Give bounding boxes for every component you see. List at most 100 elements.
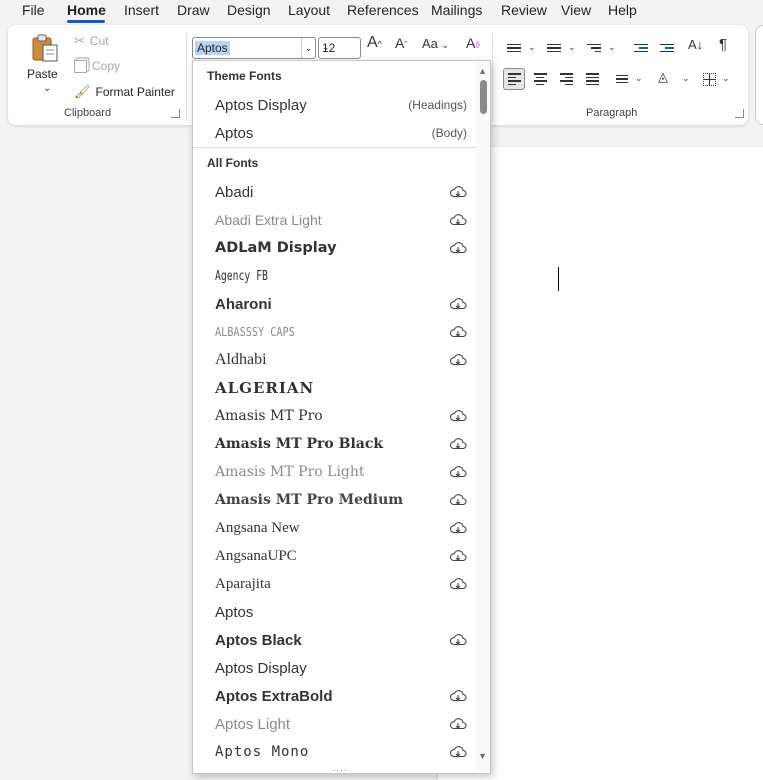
align-right-button[interactable] xyxy=(555,68,577,90)
tab-references[interactable]: References xyxy=(347,2,419,18)
tab-layout[interactable]: Layout xyxy=(288,2,330,18)
justify-button[interactable] xyxy=(581,68,603,90)
font-option-abadi-extra-light[interactable]: Abadi Extra Light xyxy=(215,206,467,234)
cloud-download-icon xyxy=(449,409,467,423)
font-option-aldhabi[interactable]: Aldhabi xyxy=(215,346,467,374)
font-option-aparajita[interactable]: Aparajita xyxy=(215,570,467,598)
font-option-algerian[interactable]: ALGERIAN xyxy=(215,374,467,402)
font-name-value[interactable]: Aptos xyxy=(195,41,230,55)
borders-chevron-icon[interactable]: ⌄ xyxy=(722,73,730,84)
change-case-button[interactable]: Aa ⌄ xyxy=(422,36,449,51)
font-option-label: ADLaM Display xyxy=(215,240,337,256)
font-option-angsana-new[interactable]: Angsana New xyxy=(215,514,467,542)
clipboard-launcher-icon[interactable] xyxy=(171,109,180,118)
tab-file[interactable]: File xyxy=(22,2,45,18)
tab-review[interactable]: Review xyxy=(501,2,547,18)
format-painter-button[interactable]: 🖌 Format Painter xyxy=(74,84,175,100)
group-divider xyxy=(186,33,187,121)
clear-formatting-icon[interactable]: A◊ xyxy=(466,35,480,51)
font-option-agency-fb[interactable]: Agency FB xyxy=(215,262,467,290)
tab-mailings[interactable]: Mailings xyxy=(431,2,482,18)
show-formatting-button[interactable]: ¶ xyxy=(719,36,727,53)
increase-indent-icon[interactable] xyxy=(656,37,678,59)
resize-grip[interactable]: .... xyxy=(332,762,348,773)
bullets-chevron-icon[interactable]: ⌄ xyxy=(528,42,536,53)
scissors-icon: ✂ xyxy=(74,33,85,48)
decrease-indent-icon[interactable] xyxy=(630,37,652,59)
scroll-up-icon[interactable]: ▲ xyxy=(478,66,487,76)
align-center-button[interactable] xyxy=(529,68,551,90)
numbering-chevron-icon[interactable]: ⌄ xyxy=(568,42,576,53)
shrink-font-button[interactable]: Aˇ xyxy=(395,35,407,51)
cloud-download-icon xyxy=(449,577,467,591)
sort-icon[interactable]: A↓ xyxy=(688,37,703,52)
scroll-thumb[interactable] xyxy=(480,80,487,114)
font-name-chevron-icon[interactable]: ⌄ xyxy=(301,38,315,58)
font-option-aptos[interactable]: Aptos xyxy=(215,598,467,626)
font-option-amasis-mt-pro-black[interactable]: Amasis MT Pro Black xyxy=(215,430,467,458)
font-option-amasis-mt-pro[interactable]: Amasis MT Pro xyxy=(215,402,467,430)
paste-icon[interactable] xyxy=(30,33,60,63)
cloud-download-icon xyxy=(449,493,467,507)
font-option-label: Amasis MT Pro Black xyxy=(215,436,384,452)
font-option-aptos-body[interactable]: Aptos (Body) xyxy=(215,119,467,147)
font-option-label: ALGERIAN xyxy=(215,379,315,397)
tab-view[interactable]: View xyxy=(561,2,591,18)
cloud-download-icon xyxy=(449,353,467,367)
font-size-chevron-icon[interactable]: ⌄ xyxy=(322,42,357,53)
font-option-angsanaupc[interactable]: AngsanaUPC xyxy=(215,542,467,570)
scroll-down-icon[interactable]: ▼ xyxy=(478,751,487,761)
font-option-aharoni[interactable]: Aharoni xyxy=(215,290,467,318)
cloud-download-icon xyxy=(449,297,467,311)
font-option-amasis-mt-pro-light[interactable]: Amasis MT Pro Light xyxy=(215,458,467,486)
styles-gallery-edge[interactable] xyxy=(755,25,763,125)
font-option-aptos-extrabold[interactable]: Aptos ExtraBold xyxy=(215,682,467,710)
cloud-download-icon xyxy=(449,521,467,535)
paste-options-chevron-icon[interactable]: ⌄ xyxy=(43,83,51,94)
paste-button[interactable]: Paste xyxy=(27,67,58,81)
copy-button[interactable]: Copy xyxy=(74,59,120,73)
shading-icon[interactable]: ◬ xyxy=(658,69,668,85)
font-option-abadi[interactable]: Abadi xyxy=(215,178,467,206)
cut-button[interactable]: ✂ Cut xyxy=(74,33,109,49)
font-option-adlam-display[interactable]: ADLaM Display xyxy=(215,234,467,262)
font-option-label: Aldhabi xyxy=(215,351,267,368)
font-option-aptos-black[interactable]: Aptos Black xyxy=(215,626,467,654)
grow-font-button[interactable]: A^ xyxy=(367,34,382,52)
font-option-aptos-light[interactable]: Aptos Light xyxy=(215,710,467,738)
font-option-aptos-display[interactable]: Aptos Display xyxy=(215,654,467,682)
line-spacing-icon[interactable] xyxy=(611,68,633,90)
font-option-label: Aptos ExtraBold xyxy=(215,687,333,705)
cloud-download-icon xyxy=(449,745,467,759)
cloud-download-icon xyxy=(449,633,467,647)
font-option-label: Aptos Black xyxy=(215,631,302,649)
bullets-icon[interactable] xyxy=(503,37,525,59)
dropdown-scrollbar[interactable]: ▲ ▼ xyxy=(476,61,490,773)
font-name-combobox[interactable]: Aptos ⌄ xyxy=(192,37,316,59)
font-option-amasis-mt-pro-medium[interactable]: Amasis MT Pro Medium xyxy=(215,486,467,514)
font-option-label: Abadi xyxy=(215,183,254,201)
font-option-label: Aharoni xyxy=(215,295,272,313)
multilevel-list-icon[interactable] xyxy=(583,37,605,59)
font-size-combobox[interactable]: 12 ⌄ xyxy=(318,37,361,59)
cloud-download-icon xyxy=(449,437,467,451)
font-option-albasssy-caps[interactable]: ALBASSSY CAPS xyxy=(215,318,467,346)
cloud-download-icon xyxy=(449,241,467,255)
borders-icon[interactable] xyxy=(698,68,720,90)
numbering-icon[interactable] xyxy=(543,37,565,59)
align-left-button[interactable] xyxy=(503,68,525,90)
multilevel-chevron-icon[interactable]: ⌄ xyxy=(608,42,616,53)
tab-home[interactable]: Home xyxy=(67,2,106,18)
font-option-aptos-display-headings[interactable]: Aptos Display (Headings) xyxy=(215,91,467,119)
tab-draw[interactable]: Draw xyxy=(177,2,210,18)
shading-chevron-icon[interactable]: ⌄ xyxy=(682,73,690,84)
paragraph-launcher-icon[interactable] xyxy=(735,109,744,118)
line-spacing-chevron-icon[interactable]: ⌄ xyxy=(635,73,643,84)
tab-design[interactable]: Design xyxy=(227,2,271,18)
tab-insert[interactable]: Insert xyxy=(124,2,159,18)
font-option-label: Aptos xyxy=(215,603,254,621)
tab-help[interactable]: Help xyxy=(608,2,637,18)
copy-icon xyxy=(74,59,87,73)
cloud-download-icon xyxy=(449,717,467,731)
cloud-download-icon xyxy=(449,213,467,227)
